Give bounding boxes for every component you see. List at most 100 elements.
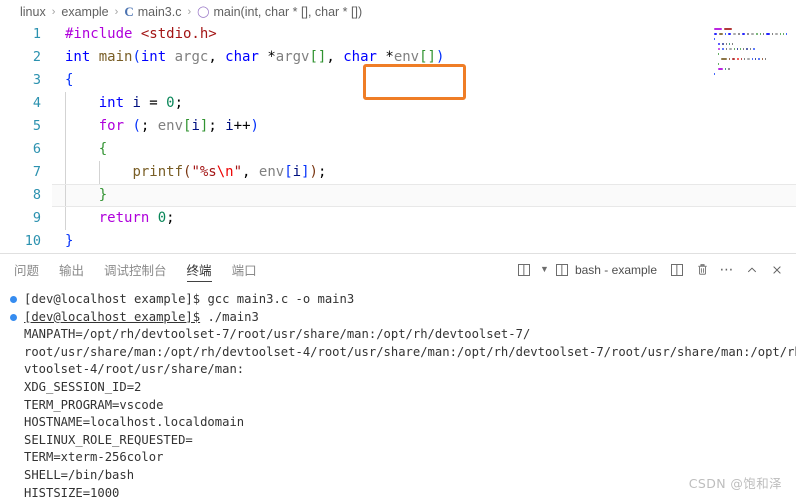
line-number: 3	[32, 72, 41, 88]
code-token: i	[292, 164, 302, 180]
code-token: ++	[233, 118, 251, 134]
watermark: CSDN @饱和泽	[688, 476, 782, 491]
more-actions-button[interactable]: ⋯	[716, 259, 738, 281]
breadcrumb-item-1[interactable]: example	[61, 5, 108, 19]
code-token: ;	[317, 164, 327, 180]
close-panel-button[interactable]	[766, 259, 788, 281]
ellipsis-icon: ⋯	[719, 261, 735, 277]
terminal-toolbar: ▼ bash - example ⋯	[513, 254, 788, 285]
code-line-9[interactable]: return 0;	[52, 207, 796, 230]
minimap-token	[724, 32, 726, 36]
panel-tab-2[interactable]: 调试控制台	[104, 254, 167, 285]
code-token: main	[98, 49, 133, 65]
code-token: #include	[65, 26, 141, 42]
code-line-10[interactable]: }	[52, 230, 796, 253]
code-token: }	[98, 187, 108, 203]
minimap-token	[740, 57, 742, 61]
code-line-5[interactable]: for (; env[i]; i++)	[52, 115, 796, 138]
minimap-row	[714, 52, 792, 56]
indent-guide	[65, 161, 66, 184]
terminal-text: gcc main3.c -o main3	[200, 292, 355, 306]
kill-terminal-button[interactable]	[691, 259, 713, 281]
minimap-token	[783, 32, 785, 36]
code-line-1[interactable]: #include <stdio.h>	[52, 23, 796, 46]
indent-guide	[65, 207, 66, 230]
minimap-token	[756, 32, 758, 36]
panel-tab-3[interactable]: 终端	[186, 254, 212, 285]
minimap-token	[779, 32, 782, 36]
breadcrumb-item-3[interactable]: ◯ main(int, char * [], char * [])	[197, 5, 362, 19]
code-token: for	[98, 118, 133, 134]
minimap-token	[732, 42, 734, 46]
terminal-text: HISTSIZE=1000	[24, 485, 120, 500]
breadcrumb: linux › example › Cmain3.c › ◯ main(int, char *…	[0, 0, 796, 23]
minimap-token	[718, 32, 723, 36]
vscode-window: linux › example › Cmain3.c › ◯ main(int, char *…	[0, 0, 796, 500]
minimap-token	[732, 32, 737, 36]
code-content[interactable]: #include <stdio.h> int main(int argc, cha…	[52, 23, 796, 253]
code-line-8[interactable]: }	[52, 184, 796, 207]
collapse-panel-button[interactable]	[741, 259, 763, 281]
minimap-token	[761, 57, 763, 61]
minimap-token	[725, 67, 727, 71]
code-token: {	[98, 141, 108, 157]
command-decoration-icon[interactable]	[10, 296, 17, 303]
minimap-token	[755, 57, 757, 61]
close-icon	[773, 265, 781, 274]
minimap-row	[714, 27, 792, 31]
code-token: ,	[242, 164, 259, 180]
minimap-token	[766, 32, 770, 36]
active-terminal-icon[interactable]	[554, 259, 570, 281]
breadcrumb-item-label: example	[61, 4, 109, 19]
minimap-token	[721, 57, 727, 61]
panel-tab-label: 端口	[231, 263, 257, 278]
code-token: ;	[140, 118, 158, 134]
editor-minimap[interactable]	[714, 27, 792, 87]
code-line-2[interactable]: int main(int argc, char *argv[], char *e…	[52, 46, 796, 69]
panel-tab-1[interactable]: 输出	[59, 254, 84, 285]
terminal-line-8: SELINUX_ROLE_REQUESTED=	[8, 432, 788, 450]
terminal-tab-icon	[555, 263, 568, 276]
split-terminal-button[interactable]	[666, 259, 688, 281]
panel-tab-4[interactable]: 端口	[232, 254, 257, 285]
breadcrumb-item-0[interactable]: linux	[20, 5, 46, 19]
minimap-token	[736, 57, 739, 61]
indent-guide	[98, 161, 100, 184]
code-token: [	[419, 49, 428, 65]
code-line-6[interactable]: {	[52, 138, 796, 161]
code-token: char	[225, 49, 268, 65]
code-line-4[interactable]: int i = 0;	[52, 92, 796, 115]
terminal-line-5: XDG_SESSION_ID=2	[8, 379, 788, 397]
code-token: 0	[166, 95, 175, 111]
panel-tab-label: 问题	[14, 263, 40, 278]
panel-tab-label: 输出	[59, 263, 85, 278]
code-token: (	[132, 118, 141, 134]
terminal-prompt[interactable]: [dev@localhost example]$	[24, 310, 200, 324]
minimap-token	[717, 52, 719, 56]
indent-guide	[65, 138, 66, 161]
panel-tab-0[interactable]: 问题	[14, 254, 39, 285]
code-editor[interactable]: 1 2 3 4 5 6 7 8 9 10 #include <stdio.h> int main(i…	[0, 23, 796, 253]
breadcrumb-item-2[interactable]: Cmain3.c	[124, 4, 181, 20]
command-decoration-icon[interactable]	[10, 313, 17, 321]
terminal-text: SHELL=/bin/bash	[24, 467, 135, 482]
terminal-output[interactable]: [dev@localhost example]$ gcc main3.c -o …	[0, 285, 796, 500]
code-line-7[interactable]: printf("%s\n", env[i]);	[52, 161, 796, 184]
launch-profile-chevron-button[interactable]: ▼	[538, 259, 551, 281]
code-token: ;	[208, 118, 226, 134]
split-panel-icon	[517, 263, 530, 276]
code-token: )	[250, 118, 259, 134]
terminal-name-label[interactable]: bash - example	[575, 263, 657, 277]
minimap-token	[752, 57, 754, 61]
split-terminal-dropdown-button[interactable]	[513, 259, 535, 281]
terminal-line-6: TERM_PROGRAM=vscode	[8, 397, 788, 415]
terminal-text: MANPATH=/opt/rh/devtoolset-7/root/usr/sh…	[24, 327, 531, 342]
line-number: 1	[32, 26, 41, 42]
code-line-3[interactable]: {	[52, 69, 796, 92]
terminal-line-2: MANPATH=/opt/rh/devtoolset-7/root/usr/sh…	[8, 326, 788, 344]
minimap-token	[725, 42, 727, 46]
terminal-line-10: SHELL=/bin/bash	[8, 467, 788, 485]
minimap-token	[749, 47, 752, 51]
code-token: \n	[216, 164, 234, 180]
